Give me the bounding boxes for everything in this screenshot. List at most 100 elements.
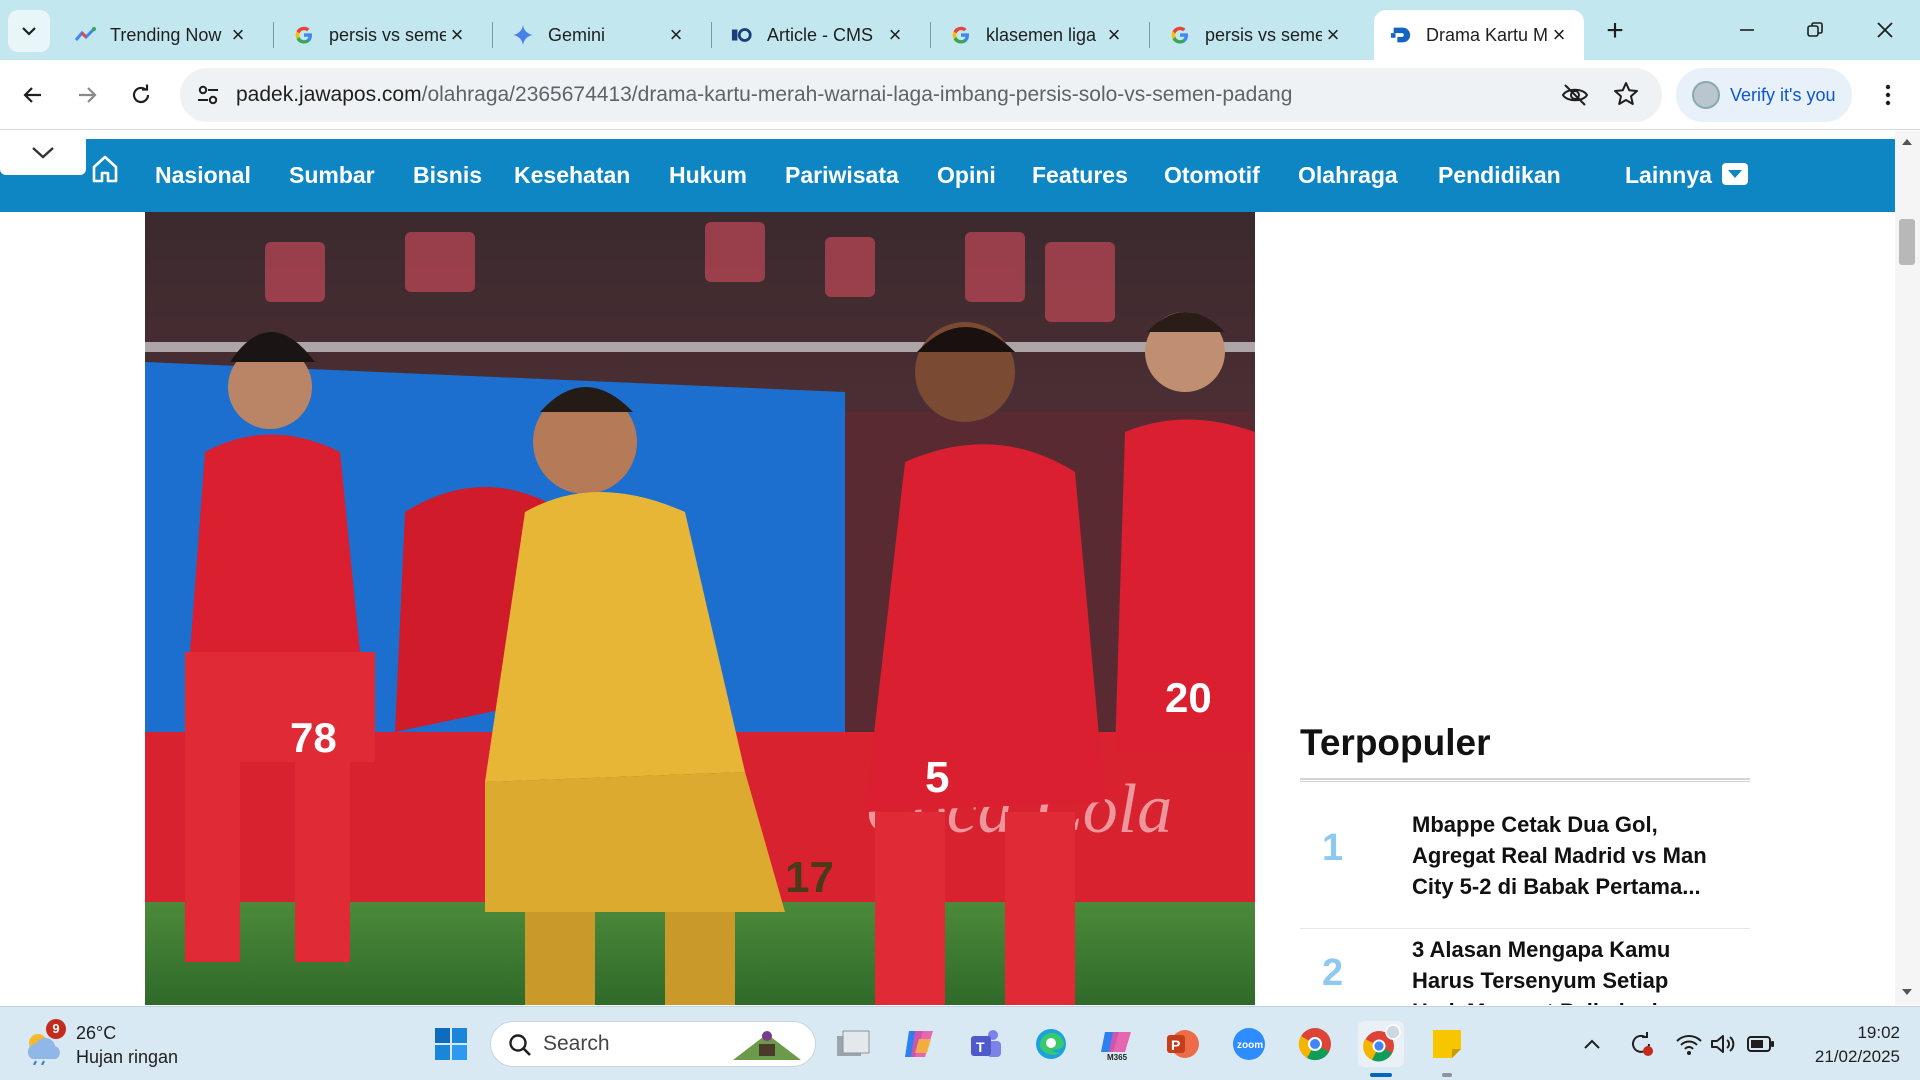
close-icon[interactable]: × (446, 22, 468, 47)
popular-item[interactable]: 2 3 Alasan Mengapa Kamu Harus Tersenyum … (1300, 934, 1750, 1005)
tab-trending-now[interactable]: Trending Now × (58, 10, 263, 60)
tab-klasemen-liga[interactable]: klasemen liga × (934, 10, 1139, 60)
address-bar[interactable]: padek.jawapos.com/olahraga/2365674413/dr… (180, 68, 1662, 122)
close-icon[interactable]: × (1548, 22, 1570, 47)
tab-title: Article - CMS (767, 24, 874, 45)
close-icon[interactable]: × (665, 22, 687, 47)
close-icon[interactable]: × (1103, 22, 1125, 47)
search-highlight-icon (733, 1031, 801, 1060)
edge-button[interactable] (1028, 1021, 1074, 1067)
battery-button[interactable] (1746, 1027, 1776, 1061)
tab-search-button[interactable] (8, 10, 50, 52)
gemini-icon (512, 24, 534, 46)
eye-off-icon[interactable] (1560, 81, 1590, 114)
tab-persis-vs-semen-1[interactable]: persis vs seme × (277, 10, 482, 60)
popular-title[interactable]: 3 Alasan Mengapa Kamu Harus Tersenyum Se… (1412, 934, 1732, 1005)
article-photo[interactable]: Coca-Cola 78 17 5 20 (145, 212, 1255, 1005)
teams-button[interactable]: T (962, 1021, 1008, 1067)
nav-item-pariwisata[interactable]: Pariwisata (785, 139, 899, 212)
nav-item-sumbar[interactable]: Sumbar (289, 139, 375, 212)
powerpoint-button[interactable]: P (1160, 1021, 1206, 1067)
nav-item-opini[interactable]: Opini (937, 139, 996, 212)
chevron-down-icon (22, 27, 36, 36)
start-button[interactable] (428, 1021, 474, 1067)
clock-time: 19:02 (1857, 1023, 1900, 1042)
scroll-up-icon[interactable] (1902, 139, 1912, 145)
arrow-left-icon (23, 87, 41, 103)
close-icon[interactable]: × (227, 22, 249, 47)
copilot-button[interactable] (896, 1021, 942, 1067)
zoom-button[interactable]: zoom (1226, 1021, 1272, 1067)
bookmark-star-icon[interactable] (1612, 80, 1640, 113)
close-icon[interactable]: × (1322, 22, 1344, 47)
nav-item-otomotif[interactable]: Otomotif (1164, 139, 1260, 212)
tab-separator (1149, 22, 1150, 48)
popular-item[interactable]: 1 Mbappe Cetak Dua Gol, Agregat Real Mad… (1300, 809, 1750, 919)
tab-persis-vs-semen-2[interactable]: persis vs seme × (1153, 10, 1358, 60)
divider (1300, 928, 1750, 929)
popular-title[interactable]: Mbappe Cetak Dua Gol, Agregat Real Madri… (1412, 809, 1732, 902)
chrome-button[interactable] (1292, 1021, 1338, 1067)
site-settings-icon[interactable] (194, 81, 222, 114)
sidebar: Terpopuler 1 Mbappe Cetak Dua Gol, Agreg… (1300, 212, 1750, 1005)
volume-button[interactable] (1708, 1027, 1738, 1061)
home-link[interactable] (88, 149, 122, 189)
tab-article-cms[interactable]: Article - CMS × (715, 10, 920, 60)
popular-title-line: Harus Tersenyum Setiap (1412, 968, 1669, 993)
plus-icon: + (1606, 14, 1624, 47)
reload-button[interactable] (120, 74, 162, 116)
minimize-icon (1740, 29, 1754, 31)
powerpoint-icon: P (1167, 1030, 1199, 1058)
home-icon (92, 155, 118, 183)
taskbar-search[interactable]: Search (490, 1021, 816, 1067)
nav-item-pendidikan[interactable]: Pendidikan (1438, 139, 1561, 212)
url-host: padek.jawapos.com (236, 83, 422, 106)
tab-separator (711, 22, 712, 48)
nav-item-olahraga[interactable]: Olahraga (1298, 139, 1398, 212)
url-text[interactable]: padek.jawapos.com/olahraga/2365674413/dr… (236, 68, 1292, 122)
close-icon[interactable]: × (884, 22, 906, 47)
m365-button[interactable]: M365 (1094, 1021, 1140, 1067)
file-manager-button[interactable] (830, 1021, 876, 1067)
scrollbar-thumb[interactable] (1899, 219, 1915, 265)
chrome-profile-button[interactable] (1358, 1021, 1404, 1067)
popular-title-line: 3 Alasan Mengapa Kamu (1412, 937, 1671, 962)
tab-separator (930, 22, 931, 48)
browser-menu-button[interactable] (1868, 74, 1908, 116)
windows-start-icon (435, 1028, 467, 1060)
running-indicator (1370, 1073, 1392, 1077)
running-indicator (1442, 1073, 1452, 1077)
minimize-button[interactable] (1714, 8, 1780, 52)
nav-item-features[interactable]: Features (1032, 139, 1128, 212)
page-scrollbar[interactable] (1895, 131, 1920, 1005)
show-hidden-icons-button[interactable] (1577, 1027, 1607, 1061)
restore-button[interactable] (1782, 8, 1848, 52)
sync-status-button[interactable] (1626, 1027, 1656, 1061)
collapse-header-button[interactable] (0, 131, 86, 175)
new-tab-button[interactable]: + (1598, 14, 1632, 48)
tab-gemini[interactable]: Gemini × (496, 10, 701, 60)
popular-title-line: Mbappe Cetak Dua Gol, (1412, 812, 1658, 837)
jersey-number: 20 (1165, 674, 1212, 721)
scroll-down-icon[interactable] (1902, 989, 1912, 995)
tab-drama-kartu-merah[interactable]: Drama Kartu M × (1374, 10, 1584, 60)
file-manager-icon (837, 1030, 870, 1056)
svg-text:P: P (1171, 1037, 1180, 1053)
verify-profile-button[interactable]: Verify it's you (1676, 68, 1852, 122)
wifi-button[interactable] (1674, 1027, 1704, 1061)
nav-item-bisnis[interactable]: Bisnis (413, 139, 482, 212)
back-button[interactable] (12, 74, 54, 116)
forward-button[interactable] (66, 74, 108, 116)
weather-widget[interactable]: 9 26°C Hujan ringan (22, 1017, 212, 1071)
nav-item-kesehatan[interactable]: Kesehatan (514, 139, 630, 212)
nav-item-lainnya[interactable]: Lainnya (1625, 139, 1748, 212)
sticky-notes-button[interactable] (1424, 1021, 1470, 1067)
clock-date: 21/02/2025 (1814, 1047, 1900, 1066)
nav-item-nasional[interactable]: Nasional (155, 139, 251, 212)
battery-icon (1747, 1036, 1774, 1052)
close-window-button[interactable] (1852, 8, 1918, 52)
site-navigation: Nasional Sumbar Bisnis Kesehatan Hukum P… (0, 139, 1895, 212)
nav-item-hukum[interactable]: Hukum (669, 139, 747, 212)
system-clock[interactable]: 19:02 21/02/2025 (1790, 1021, 1900, 1069)
jawapos-icon (1390, 24, 1412, 46)
